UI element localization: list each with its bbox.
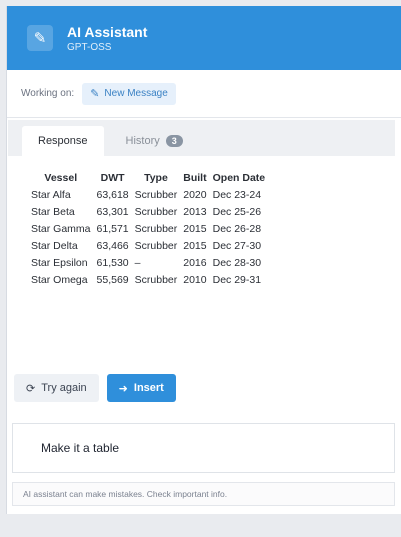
table-cell: Dec 29-31 (212, 274, 262, 286)
assistant-header: ✎ AI Assistant GPT-OSS (7, 6, 401, 70)
table-cell: Star Omega (31, 274, 88, 286)
table-cell: Star Beta (31, 206, 75, 218)
insert-button[interactable]: ➜ Insert (106, 374, 176, 402)
table-cell: 63,466 (96, 240, 129, 252)
table-row: Star Beta 63,301 Scrubber 2013 Dec 25-26 (28, 204, 268, 221)
refresh-icon: ⟳ (26, 382, 36, 395)
table-cell: Scrubber (134, 274, 178, 286)
table-cell: Scrubber (134, 189, 178, 201)
table-cell: 61,571 (96, 223, 129, 235)
table-row: Star Epsilon 61,530 – 2016 Dec 28-30 (28, 255, 268, 272)
table-cell: Dec 28-30 (212, 257, 262, 269)
new-message-label: New Message (104, 88, 168, 99)
compose-icon: ✎ (90, 88, 100, 100)
table-cell: Dec 26-28 (212, 223, 262, 235)
prompt-input-value: Make it a table (41, 441, 120, 455)
table-row: Star Omega 55,569 Scrubber 2010 Dec 29-3… (28, 272, 268, 289)
table-cell: 2010 (183, 274, 207, 286)
insert-arrow-icon: ➜ (118, 382, 128, 395)
disclaimer-text: AI assistant can make mistakes. Check im… (23, 489, 228, 499)
table-cell: Scrubber (134, 206, 178, 218)
tab-history-label: History (125, 135, 160, 147)
column-header: Open Date (212, 172, 266, 184)
table-cell: Dec 27-30 (212, 240, 262, 252)
table-cell: 61,530 (96, 257, 129, 269)
table-header-row: Vessel DWT Type Built Open Date (28, 172, 268, 187)
table-cell: Star Epsilon (31, 257, 88, 269)
table-cell: 2015 (183, 223, 207, 235)
prompt-input[interactable]: Make it a table (12, 423, 395, 473)
table-cell: 2016 (183, 257, 207, 269)
insert-label: Insert (133, 382, 164, 394)
table-cell: Star Delta (31, 240, 78, 252)
tab-response[interactable]: Response (22, 126, 104, 156)
try-again-label: Try again (41, 382, 87, 394)
table-cell: 63,301 (96, 206, 129, 218)
column-header: Vessel (44, 172, 78, 184)
table-cell: – (134, 257, 141, 269)
model-name: GPT-OSS (67, 42, 112, 53)
app-title: AI Assistant (67, 24, 148, 40)
column-header: Built (183, 172, 207, 184)
table-cell: Star Gamma (31, 223, 91, 235)
column-header: DWT (100, 172, 125, 184)
response-card: Response History 3 Vessel DWT Type Built… (8, 120, 395, 356)
working-on-label: Working on: (21, 88, 75, 99)
table-cell: Dec 25-26 (212, 206, 262, 218)
new-message-button[interactable]: ✎ New Message (82, 82, 176, 105)
edit-pen-icon: ✎ (27, 25, 53, 51)
table-row: Star Alfa 63,618 Scrubber 2020 Dec 23-24 (28, 187, 268, 204)
table-cell: 55,569 (96, 274, 129, 286)
response-actions: ⟳ Try again ➜ Insert (14, 374, 176, 402)
table-cell: Scrubber (134, 240, 178, 252)
tab-bar: Response History 3 (8, 120, 395, 156)
try-again-button[interactable]: ⟳ Try again (14, 374, 99, 402)
table-cell: Scrubber (134, 223, 178, 235)
header-title-group: AI Assistant GPT-OSS (67, 23, 147, 53)
working-on-bar: Working on: ✎ New Message (7, 70, 401, 118)
tab-response-label: Response (38, 135, 88, 147)
history-count-badge: 3 (165, 135, 183, 147)
table-cell: Dec 23-24 (212, 189, 262, 201)
disclaimer-note: AI assistant can make mistakes. Check im… (12, 482, 395, 506)
table-cell: Star Alfa (31, 189, 71, 201)
table-row: Star Delta 63,466 Scrubber 2015 Dec 27-3… (28, 238, 268, 255)
response-table: Vessel DWT Type Built Open Date Star Alf… (28, 172, 268, 289)
column-header: Type (144, 172, 168, 184)
tab-history[interactable]: History 3 (110, 126, 199, 156)
table-cell: 63,618 (96, 189, 129, 201)
table-cell: 2015 (183, 240, 207, 252)
table-cell: 2013 (183, 206, 207, 218)
table-row: Star Gamma 61,571 Scrubber 2015 Dec 26-2… (28, 221, 268, 238)
table-cell: 2020 (183, 189, 207, 201)
